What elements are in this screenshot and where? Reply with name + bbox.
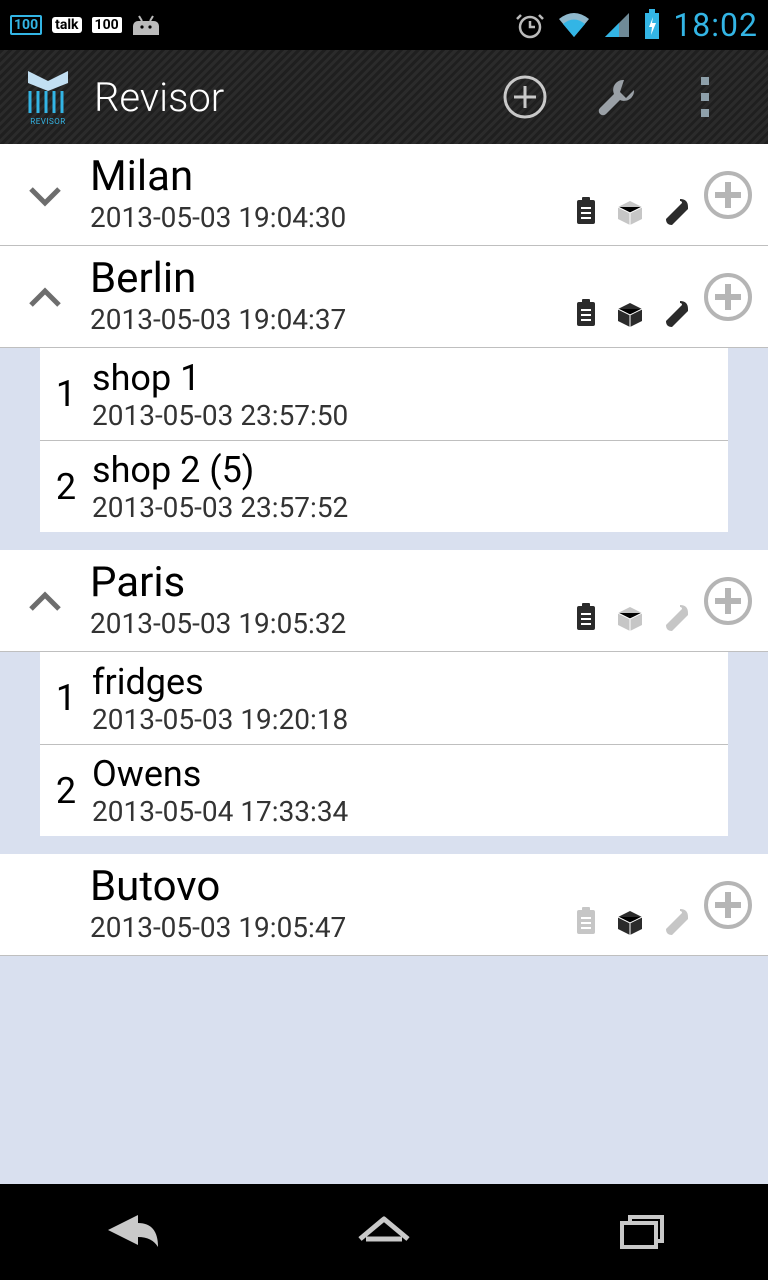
action-bar: REVISOR Revisor: [0, 50, 768, 144]
add-child-button[interactable]: [698, 880, 768, 930]
clipboard-icon: [570, 297, 602, 333]
status-clock: 18:02: [673, 6, 758, 44]
group-row[interactable]: Milan2013-05-03 19:04:30: [0, 144, 768, 246]
item-index: 2: [40, 770, 92, 812]
group-name: Paris: [90, 561, 570, 605]
group-timestamp: 2013-05-03 19:04:37: [90, 303, 570, 336]
list-item[interactable]: 1fridges2013-05-03 19:20:18: [40, 652, 728, 744]
settings-wrench-button[interactable]: [570, 50, 660, 144]
box-icon: [614, 601, 646, 637]
clipboard-icon: [570, 601, 602, 637]
app-title: Revisor: [94, 74, 224, 121]
group-row[interactable]: Paris2013-05-03 19:05:32: [0, 550, 768, 652]
back-button[interactable]: [88, 1205, 168, 1259]
overflow-menu-button[interactable]: [660, 50, 750, 144]
sub-list: 1shop 12013-05-03 23:57:502shop 2 (5)201…: [0, 348, 768, 550]
chevron-up-icon[interactable]: [0, 275, 90, 319]
status-100-outline-icon: 100: [10, 15, 42, 35]
box-icon: [614, 195, 646, 231]
status-talk-icon: talk: [52, 17, 81, 33]
list-item[interactable]: 1shop 12013-05-03 23:57:50: [40, 348, 728, 440]
chevron-down-icon[interactable]: [0, 173, 90, 217]
item-name: Owens: [92, 753, 718, 795]
home-button[interactable]: [344, 1205, 424, 1259]
group-timestamp: 2013-05-03 19:05:47: [90, 911, 570, 944]
group-row[interactable]: Butovo2013-05-03 19:05:47: [0, 854, 768, 956]
group-row[interactable]: Berlin2013-05-03 19:04:37: [0, 246, 768, 348]
group-name: Berlin: [90, 257, 570, 301]
group-timestamp: 2013-05-03 19:05:32: [90, 607, 570, 640]
box-icon: [614, 905, 646, 941]
list-item[interactable]: 2Owens2013-05-04 17:33:34: [40, 744, 728, 836]
list-item[interactable]: 2shop 2 (5)2013-05-03 23:57:52: [40, 440, 728, 532]
scanner-icon: [658, 195, 690, 231]
item-timestamp: 2013-05-03 19:20:18: [92, 703, 718, 736]
add-child-button[interactable]: [698, 272, 768, 322]
box-icon: [614, 297, 646, 333]
app-icon: REVISOR: [18, 67, 78, 127]
chevron-up-icon[interactable]: [0, 579, 90, 623]
item-timestamp: 2013-05-04 17:33:34: [92, 795, 718, 828]
add-button[interactable]: [480, 50, 570, 144]
recent-apps-button[interactable]: [600, 1205, 680, 1259]
clipboard-icon: [570, 905, 602, 941]
add-child-button[interactable]: [698, 576, 768, 626]
wifi-icon: [557, 11, 591, 39]
android-icon: [132, 14, 160, 36]
scanner-icon: [658, 905, 690, 941]
item-timestamp: 2013-05-03 23:57:50: [92, 399, 718, 432]
item-timestamp: 2013-05-03 23:57:52: [92, 491, 718, 524]
group-timestamp: 2013-05-03 19:04:30: [90, 201, 570, 234]
item-index: 1: [40, 677, 92, 719]
group-name: Milan: [90, 155, 570, 199]
item-name: shop 1: [92, 357, 718, 399]
battery-charging-icon: [643, 9, 661, 41]
navigation-bar: [0, 1184, 768, 1280]
group-list[interactable]: Milan2013-05-03 19:04:30Berlin2013-05-03…: [0, 144, 768, 1184]
scanner-icon: [658, 297, 690, 333]
scanner-icon: [658, 601, 690, 637]
item-index: 2: [40, 466, 92, 508]
item-name: fridges: [92, 661, 718, 703]
group-name: Butovo: [90, 865, 570, 909]
status-100-filled-icon: 100: [92, 17, 122, 33]
add-child-button[interactable]: [698, 170, 768, 220]
sub-list: 1fridges2013-05-03 19:20:182Owens2013-05…: [0, 652, 768, 854]
cell-signal-icon: [603, 11, 631, 39]
status-bar: 100 talk 100 18:02: [0, 0, 768, 50]
item-index: 1: [40, 373, 92, 415]
clipboard-icon: [570, 195, 602, 231]
alarm-icon: [515, 10, 545, 40]
item-name: shop 2 (5): [92, 449, 718, 491]
